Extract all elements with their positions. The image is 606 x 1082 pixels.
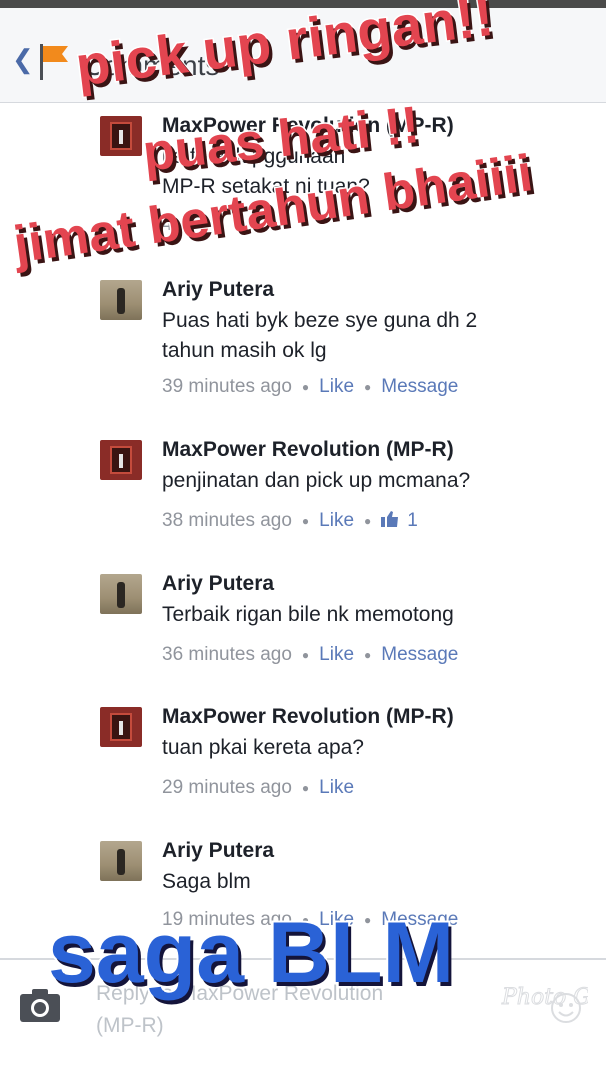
like-button[interactable]: Like xyxy=(319,644,354,665)
message-button[interactable]: Message xyxy=(381,376,458,397)
comment-time: 39 minutes ago xyxy=(162,376,292,397)
like-count[interactable]: 1 xyxy=(407,510,418,531)
photo-grid-watermark: Photo Grid xyxy=(496,974,606,1050)
flag-icon xyxy=(40,44,68,80)
avatar[interactable] xyxy=(100,574,142,614)
comment-text: Saga blm xyxy=(162,870,251,893)
avatar[interactable] xyxy=(100,440,142,480)
separator-dot: ● xyxy=(364,513,372,528)
overlay-caption-4: saga BLM xyxy=(46,903,456,1003)
avatar[interactable] xyxy=(100,116,142,156)
comment-text: Terbaik rigan bile nk memotong xyxy=(162,603,454,626)
separator-dot: ● xyxy=(301,780,310,795)
comment-author[interactable]: Ariy Putera xyxy=(162,572,274,596)
comment-meta: 29 minutes ago ● Like xyxy=(162,777,354,799)
comment-author[interactable]: Ariy Putera xyxy=(162,278,274,302)
avatar[interactable] xyxy=(100,841,142,881)
thumbs-up-icon xyxy=(381,511,399,527)
separator-dot: ● xyxy=(364,379,372,394)
separator-dot: ● xyxy=(364,647,372,662)
comment-time: 29 minutes ago xyxy=(162,777,292,798)
separator-dot: ● xyxy=(301,379,310,394)
comment-author[interactable]: MaxPower Revolution (MP-R) xyxy=(162,438,454,462)
avatar[interactable] xyxy=(100,280,142,320)
comment-text: penjinatan dan pick up mcmana? xyxy=(162,469,471,492)
comment-meta: 39 minutes ago ● Like ● Message xyxy=(162,376,458,398)
comment-text: tuan pkai kereta apa? xyxy=(162,736,364,759)
like-button[interactable]: Like xyxy=(319,376,354,397)
separator-dot: ● xyxy=(301,513,310,528)
like-button[interactable]: Like xyxy=(319,510,354,531)
comment-author[interactable]: MaxPower Revolution (MP-R) xyxy=(162,705,454,729)
photo-grid-logo: Photo Grid xyxy=(501,985,606,1023)
comment-time: 38 minutes ago xyxy=(162,510,292,531)
comment-text: Puas hati byk beze sye guna dh 2 tahun m… xyxy=(162,309,478,362)
like-button[interactable]: Like xyxy=(319,777,354,798)
comment-author[interactable]: Ariy Putera xyxy=(162,839,274,863)
separator-dot: ● xyxy=(301,647,310,662)
message-button[interactable]: Message xyxy=(381,644,458,665)
comment-meta: 38 minutes ago ● Like ● 1 xyxy=(162,510,418,532)
comment-meta: 36 minutes ago ● Like ● Message xyxy=(162,644,458,666)
avatar[interactable] xyxy=(100,707,142,747)
comment-time: 36 minutes ago xyxy=(162,644,292,665)
back-icon[interactable]: ❮ xyxy=(12,46,34,72)
